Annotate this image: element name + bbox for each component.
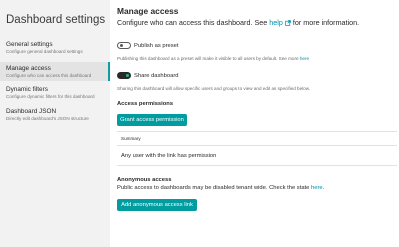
help-link[interactable]: help <box>269 18 283 27</box>
publish-preset-toggle[interactable] <box>117 42 131 49</box>
page-title: Manage access <box>117 6 179 16</box>
sidebar-item-manage-access[interactable]: Manage access Configure who can access t… <box>0 62 110 81</box>
toggle-knob <box>126 74 129 77</box>
sidebar-item-description: Configure who can access this dashboard <box>6 73 92 78</box>
sidebar-item-description: Configure dynamic filters for this dashb… <box>6 94 95 99</box>
table-top-divider <box>117 131 397 132</box>
publish-preset-description: Publishing this dashboard as a preset wi… <box>117 56 309 61</box>
main-panel: Manage access Configure who can access t… <box>117 0 399 247</box>
anonymous-access-description: Public access to dashboards may be disab… <box>117 185 324 191</box>
anonymous-access-heading: Anonymous access <box>117 177 172 183</box>
sidebar-title: Dashboard settings <box>6 14 106 26</box>
share-dashboard-toggle[interactable] <box>117 72 131 79</box>
add-anonymous-link-button[interactable]: Add anonymous access link <box>117 199 197 211</box>
publish-preset-label: Publish as preset <box>134 43 179 49</box>
page-subtitle: Configure who can access this dashboard.… <box>117 18 359 27</box>
share-dashboard-description: Sharing this dashboard will allow specif… <box>117 86 311 91</box>
table-bottom-divider <box>117 165 397 166</box>
sidebar-item-description: Directly edit dashboard's JSON structure <box>6 116 89 121</box>
tenant-state-link[interactable]: here <box>311 185 323 191</box>
sidebar-item-dynamic-filters[interactable]: Dynamic filters Configure dynamic filter… <box>0 86 110 100</box>
share-dashboard-label: Share dashboard <box>134 73 179 79</box>
sidebar-item-label: Dynamic filters <box>6 86 48 93</box>
subtitle-text: Configure who can access this dashboard.… <box>117 18 270 27</box>
anonymous-desc-end: . <box>322 185 325 191</box>
access-permissions-heading: Access permissions <box>117 101 174 107</box>
publish-more-link[interactable]: here <box>300 56 309 61</box>
subtitle-text-after: for more information. <box>290 18 360 27</box>
sidebar-item-label: General settings <box>6 41 53 48</box>
sidebar-item-label: Manage access <box>6 65 51 72</box>
sidebar-item-label: Dashboard JSON <box>6 108 57 115</box>
table-header-divider <box>117 145 397 146</box>
grant-access-button[interactable]: Grant access permission <box>117 114 187 126</box>
table-column-summary: Summary <box>121 136 141 141</box>
sidebar-item-general-settings[interactable]: General settings Configure general dashb… <box>0 41 110 55</box>
anonymous-desc-text: Public access to dashboards may be disab… <box>117 185 311 191</box>
sidebar-item-description: Configure general dashboard settings <box>6 49 83 54</box>
table-row: Any user with the link has permission <box>121 153 217 159</box>
sidebar-item-dashboard-json[interactable]: Dashboard JSON Directly edit dashboard's… <box>0 108 110 122</box>
sidebar: Dashboard settings General settings Conf… <box>0 0 110 247</box>
toggle-knob <box>119 44 123 47</box>
publish-preset-desc-text: Publishing this dashboard as a preset wi… <box>117 56 300 61</box>
